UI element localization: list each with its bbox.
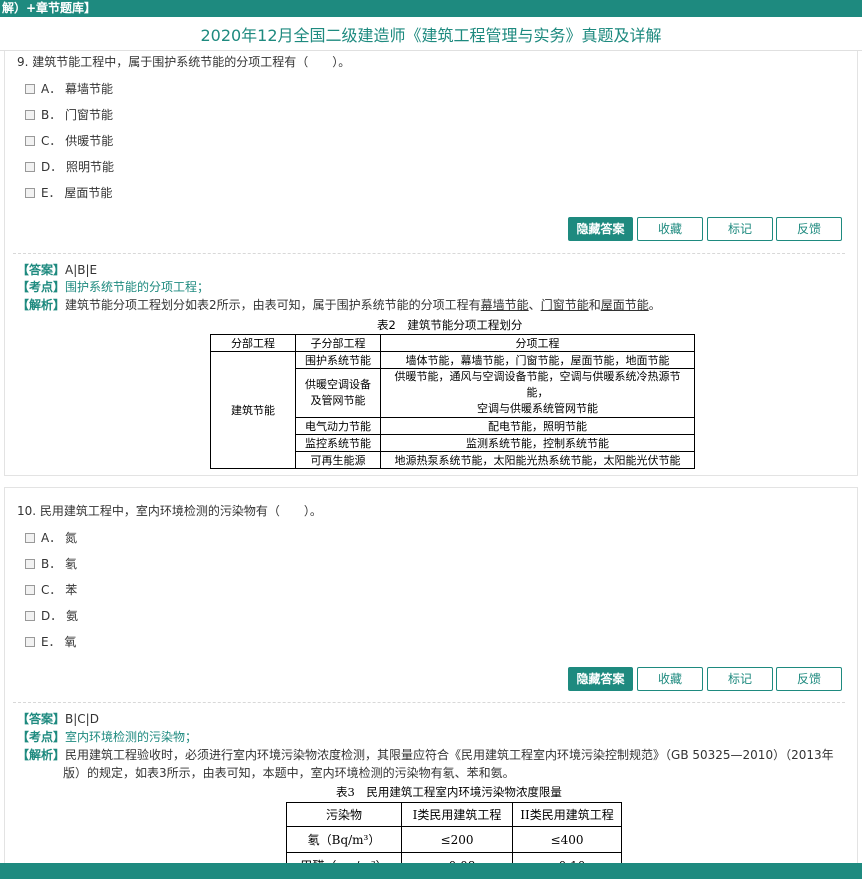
table-header: II类民用建筑工程: [512, 802, 622, 827]
table-caption: 表2 建筑节能分项工程划分: [377, 318, 523, 332]
table-cell: 地源热泵系统节能，太阳能光热系统节能，太阳能光伏节能: [380, 451, 695, 469]
data-table: 分部工程 子分部工程 分项工程 建筑节能 围护系统节能 墙体节能，幕墙节能，门窗…: [210, 334, 695, 469]
breadcrumb[interactable]: 解）+章节题库】: [2, 1, 96, 15]
q9-option-b[interactable]: B． 门窗节能: [25, 108, 113, 122]
table-header: 分部工程: [210, 334, 296, 352]
q10-option-b[interactable]: B． 氡: [25, 557, 77, 571]
table-cell: 可再生能源: [295, 451, 381, 469]
analysis-line: 【解析】民用建筑工程验收时，必须进行室内环境污染物浓度检测，其限量应符合《民用建…: [17, 748, 834, 762]
checkbox[interactable]: [25, 584, 35, 595]
table-cell: 供暖空调设备 及管网节能: [295, 368, 381, 418]
table-cell: 墙体节能，幕墙节能，门窗节能，屋面节能，地面节能: [380, 351, 695, 369]
table-cell: 电气动力节能: [295, 417, 381, 435]
table-header: I类民用建筑工程: [401, 802, 513, 827]
table-header: 污染物: [286, 802, 402, 827]
q9-option-c[interactable]: C． 供暖节能: [25, 134, 113, 148]
q10-option-c[interactable]: C． 苯: [25, 583, 77, 597]
answer-line: 【答案】B|C|D: [17, 712, 99, 726]
point-line: 【考点】室内环境检测的污染物；: [17, 730, 198, 744]
q10-option-d[interactable]: D． 氨: [25, 609, 78, 623]
q9-option-d[interactable]: D． 照明节能: [25, 160, 114, 174]
hide-answer-button[interactable]: 隐藏答案: [568, 667, 633, 691]
table-cell: 监控系统节能: [295, 434, 381, 452]
hide-answer-button[interactable]: 隐藏答案: [568, 217, 633, 241]
q10-option-e[interactable]: E． 氧: [25, 635, 76, 649]
table-cell: ≤400: [512, 826, 622, 853]
checkbox[interactable]: [25, 83, 35, 94]
checkbox[interactable]: [25, 558, 35, 569]
question-9-text: 9. 建筑节能工程中，属于围护系统节能的分项工程有（ ）。: [17, 55, 351, 69]
mark-button[interactable]: 标记: [707, 217, 773, 241]
bottom-bar: [0, 863, 862, 879]
checkbox[interactable]: [25, 109, 35, 120]
checkbox[interactable]: [25, 161, 35, 172]
feedback-button[interactable]: 反馈: [776, 667, 842, 691]
question-9-card: 9. 建筑节能工程中，属于围护系统节能的分项工程有（ ）。 A． 幕墙节能 B．…: [4, 51, 858, 476]
checkbox[interactable]: [25, 532, 35, 543]
favorite-button[interactable]: 收藏: [637, 217, 703, 241]
q10-option-a[interactable]: A． 氮: [25, 531, 77, 545]
table-cell: 监测系统节能，控制系统节能: [380, 434, 695, 452]
top-nav-bar: 解）+章节题库】: [0, 0, 862, 17]
analysis-line-2: 版）的规定，如表3所示，由表可知，本题中，室内环境检测的污染物有氡、苯和氨。: [63, 766, 515, 780]
feedback-button[interactable]: 反馈: [776, 217, 842, 241]
table-cell: ≤200: [401, 826, 513, 853]
table-cell: 供暖节能，通风与空调设备节能，空调与供暖系统冷热源节能， 空调与供暖系统管网节能: [380, 368, 695, 418]
mark-button[interactable]: 标记: [707, 667, 773, 691]
q9-option-a[interactable]: A． 幕墙节能: [25, 82, 113, 96]
checkbox[interactable]: [25, 135, 35, 146]
checkbox[interactable]: [25, 187, 35, 198]
table-header: 分项工程: [380, 334, 695, 352]
point-line: 【考点】围护系统节能的分项工程；: [17, 280, 210, 294]
checkbox[interactable]: [25, 636, 35, 647]
question-10-text: 10. 民用建筑工程中，室内环境检测的污染物有（ ）。: [17, 504, 322, 518]
q9-option-e[interactable]: E． 屋面节能: [25, 186, 112, 200]
table-cell: 氡（Bq/m³）: [286, 826, 402, 853]
analysis-line: 【解析】建筑节能分项工程划分如表2所示，由表可知，属于围护系统节能的分项工程有幕…: [17, 298, 661, 312]
table-cell: 围护系统节能: [295, 351, 381, 369]
table-header: 子分部工程: [295, 334, 381, 352]
table-cell: 配电节能，照明节能: [380, 417, 695, 435]
question-10-card: 10. 民用建筑工程中，室内环境检测的污染物有（ ）。 A． 氮 B． 氡 C．…: [4, 487, 858, 879]
answer-line: 【答案】A|B|E: [17, 263, 98, 277]
checkbox[interactable]: [25, 610, 35, 621]
favorite-button[interactable]: 收藏: [637, 667, 703, 691]
divider: [13, 253, 845, 254]
divider: [13, 702, 845, 703]
table-caption: 表3 民用建筑工程室内环境污染物浓度限量: [336, 785, 562, 799]
table-cell: 建筑节能: [210, 351, 296, 469]
page-title: 2020年12月全国二级建造师《建筑工程管理与实务》真题及详解: [0, 22, 862, 51]
